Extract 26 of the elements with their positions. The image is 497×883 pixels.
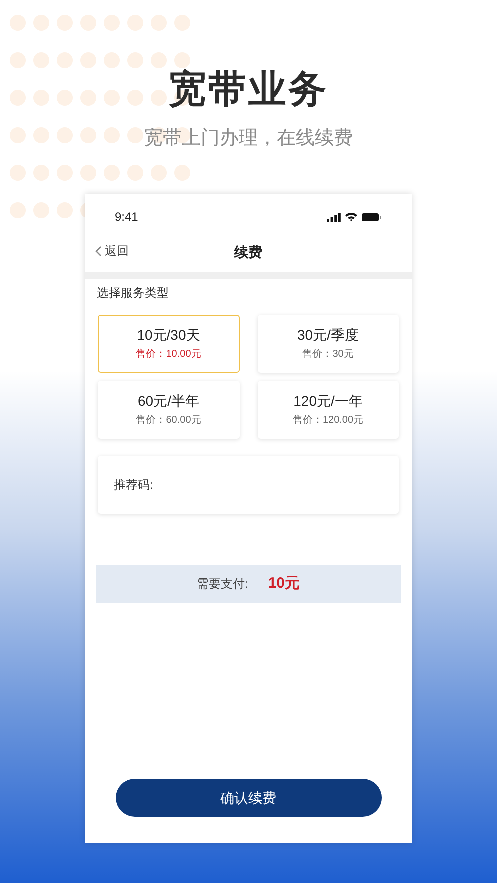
headline: 宽带业务 [168,68,328,113]
confirm-button[interactable]: 确认续费 [116,779,382,817]
plan-price: 售价：60.00元 [136,414,202,428]
plan-option[interactable]: 10元/30天 售价：10.00元 [98,315,240,373]
plan-price: 售价：30元 [302,348,354,362]
plan-name: 10元/30天 [137,326,200,344]
plan-price: 售价：120.00元 [292,414,364,428]
referral-field[interactable]: 推荐码: [98,456,399,514]
plan-price: 售价：10.00元 [136,348,202,362]
signal-icon [327,212,341,222]
plan-name: 120元/一年 [294,392,363,410]
payment-amount: 10元 [268,574,300,594]
subtitle: 宽带上门办理，在线续费 [144,127,353,151]
plan-option[interactable]: 60元/半年 售价：60.00元 [98,381,240,439]
battery-icon [362,212,382,222]
page-title: 续费 [234,242,262,262]
plan-name: 60元/半年 [138,392,200,410]
payment-label: 需要支付: [196,576,248,593]
chevron-left-icon [95,246,102,256]
wifi-icon [345,212,358,222]
plan-name: 30元/季度 [298,326,359,344]
plan-option[interactable]: 120元/一年 售价：120.00元 [258,381,399,439]
status-time: 9:41 [115,209,138,226]
section-label: 选择服务类型 [97,285,170,301]
plan-option[interactable]: 30元/季度 售价：30元 [258,315,399,373]
back-button[interactable]: 返回 [95,242,129,260]
